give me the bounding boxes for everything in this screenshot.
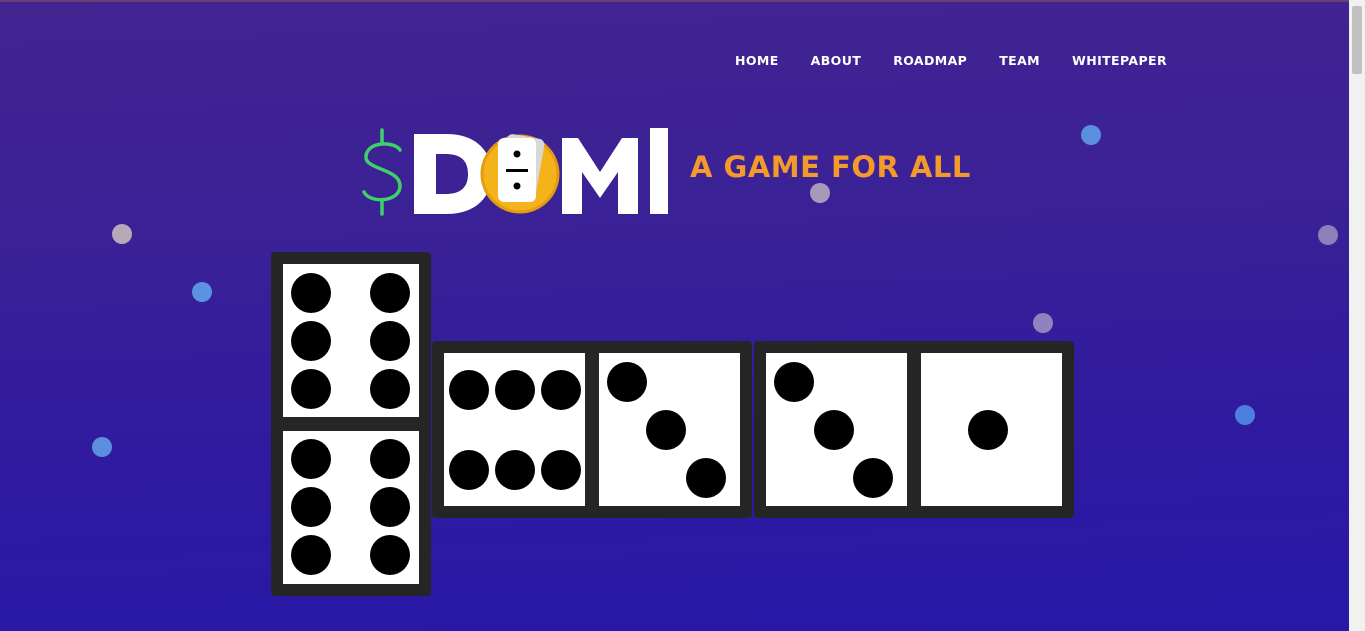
- pip: [541, 370, 581, 410]
- domino-half-six: [283, 431, 419, 584]
- pip: [541, 450, 581, 490]
- letter-i: [650, 128, 668, 214]
- pip: [449, 450, 489, 490]
- coin-domino-icon: [480, 134, 560, 214]
- particle-dot: [192, 282, 212, 302]
- nav-about-link[interactable]: ABOUT: [811, 53, 862, 69]
- pip: [370, 321, 410, 361]
- main-nav: HOME ABOUT ROADMAP TEAM WHITEPAPER: [735, 53, 1199, 69]
- pip: [291, 439, 331, 479]
- hero-section: HOME ABOUT ROADMAP TEAM WHITEPAPER A GAM…: [0, 0, 1365, 631]
- particle-dot: [1235, 405, 1255, 425]
- letter-m: [562, 138, 638, 214]
- particle-dot: [1318, 225, 1338, 245]
- pip: [495, 370, 535, 410]
- domino-half-three: [599, 353, 740, 506]
- domino-tile-6-6: [271, 252, 431, 596]
- pip: [686, 458, 726, 498]
- pip: [370, 439, 410, 479]
- domino-half-one: [921, 353, 1062, 506]
- domino-tile-3-1: [754, 341, 1074, 518]
- tagline: A GAME FOR ALL: [690, 150, 971, 184]
- pip: [370, 535, 410, 575]
- particle-dot: [112, 224, 132, 244]
- scrollbar-thumb[interactable]: [1352, 6, 1362, 74]
- pip: [607, 362, 647, 402]
- pip: [449, 370, 489, 410]
- pip: [291, 487, 331, 527]
- pip: [968, 410, 1008, 450]
- domino-tile-6-3: [432, 341, 752, 518]
- particle-dot: [92, 437, 112, 457]
- nav-home-link[interactable]: HOME: [735, 53, 779, 69]
- domino-half-three: [766, 353, 907, 506]
- particle-dot: [1081, 125, 1101, 145]
- domino-half-six: [283, 264, 419, 417]
- pip: [291, 321, 331, 361]
- particle-dot: [810, 183, 830, 203]
- pip: [646, 410, 686, 450]
- pip: [370, 273, 410, 313]
- dollar-sign-icon: [362, 128, 402, 216]
- top-border: [0, 0, 1349, 2]
- pip: [291, 535, 331, 575]
- pip: [774, 362, 814, 402]
- nav-whitepaper-link[interactable]: WHITEPAPER: [1072, 53, 1167, 69]
- pip: [370, 487, 410, 527]
- domi-logo[interactable]: [356, 122, 676, 222]
- pip: [370, 369, 410, 409]
- pip: [853, 458, 893, 498]
- particle-dot: [1033, 313, 1053, 333]
- pip: [291, 273, 331, 313]
- pip: [814, 410, 854, 450]
- pip: [495, 450, 535, 490]
- nav-roadmap-link[interactable]: ROADMAP: [893, 53, 967, 69]
- domino-half-six: [444, 353, 585, 506]
- page-scrollbar[interactable]: [1349, 0, 1365, 631]
- letter-d: [414, 134, 492, 214]
- domi-logo-graphic: [362, 128, 668, 216]
- pip: [291, 369, 331, 409]
- nav-team-link[interactable]: TEAM: [999, 53, 1040, 69]
